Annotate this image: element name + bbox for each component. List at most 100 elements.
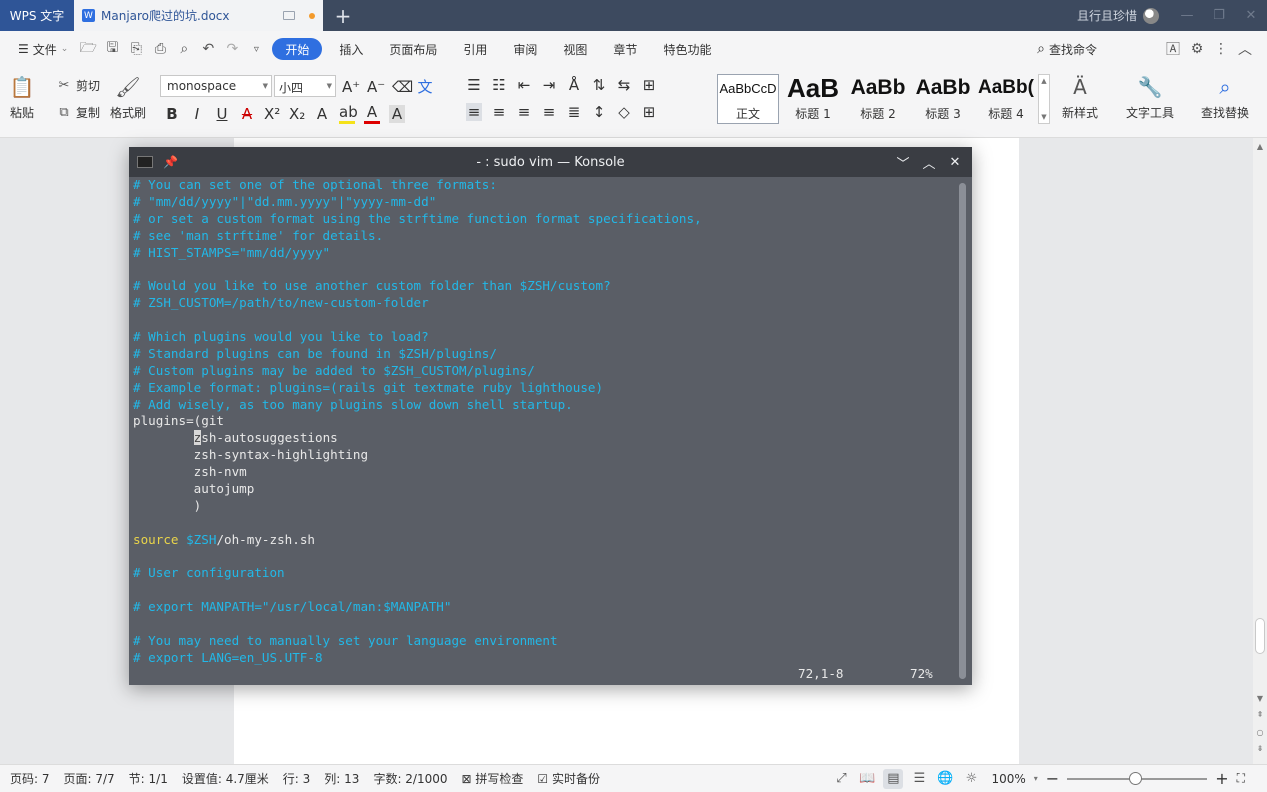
wps-app-tab[interactable]: WPS 文字 (0, 0, 74, 31)
show-marks-icon[interactable]: ⇆ (616, 76, 632, 94)
grow-font-icon[interactable]: A⁺ (342, 78, 360, 96)
file-menu[interactable]: ☰ 文件 ⌄ (10, 41, 76, 58)
format-painter-button[interactable]: 🖌 格式刷 (110, 73, 146, 121)
terminal-scrollbar-thumb[interactable] (959, 183, 966, 679)
font-size-select[interactable]: 小四 ▼ (274, 75, 336, 97)
pin-icon[interactable]: 📌 (163, 155, 178, 169)
font-name-select[interactable]: monospace ▼ (160, 75, 272, 97)
copy-button[interactable]: ⧉ 复制 (56, 104, 100, 121)
open-folder-icon[interactable]: 🗁 (76, 37, 100, 61)
style-heading-3[interactable]: AaBb 标题 3 (911, 74, 975, 122)
row-number[interactable]: 行: 3 (283, 770, 311, 787)
numbered-list-icon[interactable]: ☷ (491, 76, 507, 94)
select-browse-icon[interactable]: ○ (1253, 728, 1267, 737)
chinese-layout-icon[interactable]: Å (566, 76, 582, 94)
close-icon[interactable]: ✕ (944, 151, 966, 173)
prev-page-icon[interactable]: ⇞ (1253, 710, 1267, 719)
page-number[interactable]: 页码: 7 (10, 770, 50, 787)
print-icon[interactable]: ⎙ (148, 37, 172, 61)
scroll-down-icon[interactable]: ▼ (1253, 694, 1267, 703)
shading-icon[interactable]: ◇ (616, 103, 632, 121)
style-heading-2[interactable]: AaBb 标题 2 (846, 74, 910, 122)
quick-access-dropdown-icon[interactable]: ▿ (244, 37, 268, 61)
column-number[interactable]: 列: 13 (324, 770, 359, 787)
style-normal[interactable]: AaBbCcD 正文 (718, 74, 778, 122)
align-left-icon[interactable]: ≡ (466, 103, 482, 121)
terminal-text[interactable]: # You can set one of the optional three … (133, 177, 953, 667)
text-mode-icon[interactable]: 🄰 (1161, 37, 1185, 61)
bold-icon[interactable]: B (164, 105, 180, 123)
terminal-body[interactable]: # You can set one of the optional three … (129, 177, 972, 685)
zoom-slider[interactable] (1067, 771, 1208, 785)
minimize-icon[interactable]: ﹀ (892, 151, 914, 173)
text-tools-button[interactable]: 🔧 文字工具 (1126, 73, 1174, 121)
print-preview-icon[interactable]: ⌕ (172, 37, 196, 61)
web-view-icon[interactable]: 🌐 (935, 769, 955, 789)
zoom-level[interactable]: 100% (991, 772, 1025, 786)
document-tab[interactable]: W Manjaro爬过的坑.docx (74, 0, 323, 31)
backup-button[interactable]: ☑ 实时备份 (537, 770, 600, 787)
align-center-icon[interactable]: ≡ (491, 103, 507, 121)
underline-icon[interactable]: U (214, 105, 230, 123)
subscript-icon[interactable]: X₂ (289, 105, 305, 123)
scroll-up-icon[interactable]: ▲ (1253, 142, 1267, 151)
tab-insert[interactable]: 插入 (326, 38, 376, 60)
export-icon[interactable]: ⎘ (124, 37, 148, 61)
strikethrough-icon[interactable]: A (239, 105, 255, 123)
sort-icon[interactable]: ⇅ (591, 76, 607, 94)
font-color-icon[interactable]: A (364, 103, 380, 124)
italic-icon[interactable]: I (189, 105, 205, 123)
document-scrollbar[interactable]: ▲ ▼ ⇞ ○ ⇟ (1253, 138, 1267, 764)
clear-format-icon[interactable]: ⌫ (392, 78, 413, 96)
undo-icon[interactable]: ↶ (196, 37, 220, 61)
new-style-button[interactable]: Ä 新样式 (1062, 73, 1098, 121)
save-icon[interactable]: 🖫 (100, 37, 124, 61)
spell-check-button[interactable]: ⊠ 拼写检查 (462, 770, 524, 787)
increase-indent-icon[interactable]: ⇥ (541, 76, 557, 94)
terminal-scrollbar[interactable] (959, 183, 966, 679)
setting-value[interactable]: 设置值: 4.7厘米 (182, 770, 269, 787)
next-page-icon[interactable]: ⇟ (1253, 744, 1267, 753)
tab-section[interactable]: 章节 (600, 38, 650, 60)
konsole-window[interactable]: 📌 - : sudo vim — Konsole ﹀ ︿ ✕ # You can… (129, 147, 972, 685)
monitor-icon[interactable] (283, 11, 295, 20)
zoom-out-icon[interactable]: − (1046, 769, 1059, 788)
word-count[interactable]: 字数: 2/1000 (373, 770, 447, 787)
more-options-icon[interactable]: ⋮ (1209, 37, 1233, 61)
find-replace-button[interactable]: ⌕ 查找替换 (1201, 73, 1249, 121)
redo-icon[interactable]: ↷ (220, 37, 244, 61)
shrink-font-icon[interactable]: A⁻ (367, 78, 385, 96)
justify-icon[interactable]: ≡ (541, 103, 557, 121)
decrease-indent-icon[interactable]: ⇤ (516, 76, 532, 94)
table-layout-icon[interactable]: ⊞ (641, 76, 657, 94)
settings-gear-icon[interactable]: ⚙ (1185, 37, 1209, 61)
maximize-icon[interactable]: ︿ (918, 151, 940, 173)
minimize-button[interactable]: — (1171, 0, 1203, 31)
style-heading-1[interactable]: AaB 标题 1 (782, 73, 844, 122)
chevron-down-icon[interactable]: ▾ (1034, 774, 1038, 783)
close-window-button[interactable]: ✕ (1235, 0, 1267, 31)
align-right-icon[interactable]: ≡ (516, 103, 532, 121)
page-view-icon[interactable]: ▤ (883, 768, 904, 789)
line-spacing-icon[interactable]: ↕ (591, 103, 607, 121)
tab-view[interactable]: 视图 (550, 38, 600, 60)
fullscreen-icon[interactable]: ⤢ (831, 769, 851, 789)
style-heading-4[interactable]: AaBb( 标题 4 (976, 74, 1036, 122)
search-command[interactable]: ⌕ 查找命令 (1037, 41, 1161, 58)
reading-mode-icon[interactable]: 📖 (857, 769, 877, 789)
highlight-icon[interactable]: ab (339, 103, 358, 124)
style-gallery-scroll[interactable]: ▲ ▼ (1038, 74, 1050, 124)
scrollbar-thumb[interactable] (1255, 618, 1265, 654)
fit-page-icon[interactable]: ⛶ (1237, 771, 1245, 786)
paste-button[interactable]: 📋 粘贴 (8, 73, 36, 121)
char-shading-icon[interactable]: A (389, 104, 405, 123)
page-count[interactable]: 页面: 7/7 (64, 770, 115, 787)
add-tab-button[interactable]: + (323, 0, 363, 31)
zoom-slider-knob[interactable] (1129, 771, 1143, 785)
tab-page-layout[interactable]: 页面布局 (376, 38, 450, 60)
tab-special-features[interactable]: 特色功能 (650, 38, 724, 60)
user-account[interactable]: 且行且珍惜 (1077, 0, 1171, 31)
zoom-in-icon[interactable]: + (1215, 769, 1228, 788)
maximize-button[interactable]: ❐ (1203, 0, 1235, 31)
outline-view-icon[interactable]: ☰ (909, 769, 929, 789)
